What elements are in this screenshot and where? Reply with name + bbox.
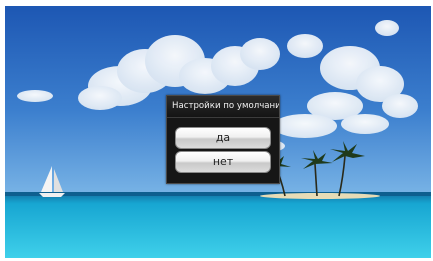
yes-button[interactable]: да: [175, 127, 271, 149]
device-screen: Настройки по умолчанию да нет: [5, 6, 431, 258]
no-button[interactable]: нет: [175, 151, 271, 173]
dialog-title: Настройки по умолчанию: [167, 96, 279, 118]
default-settings-dialog: Настройки по умолчанию да нет: [166, 95, 280, 184]
